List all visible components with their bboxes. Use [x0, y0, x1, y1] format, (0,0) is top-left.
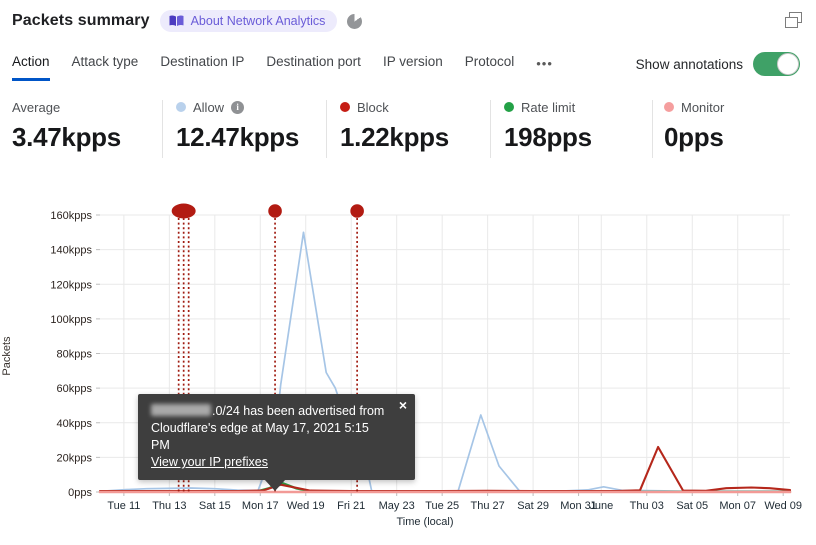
rate-limit-legend-dot [504, 102, 514, 112]
stat-block: Block 1.22kpps [340, 98, 449, 153]
tooltip-line1: .0/24 has been advertised from [151, 403, 389, 420]
packets-time-series-chart: 0pps 20kpps 40kpps 60kpps 80kpps 100kpps 120kp… [0, 190, 816, 545]
x-tick-label: Thu 03 [630, 500, 664, 512]
x-tick-label: Fri 21 [337, 500, 365, 512]
annotation-marker-group[interactable] [171, 203, 196, 219]
stat-allow-value: 12.47kpps [176, 122, 300, 152]
stat-average-label: Average [12, 99, 61, 115]
info-icon[interactable]: i [231, 100, 245, 114]
y-tick-label: 100kpps [50, 314, 92, 326]
stat-average-value: 3.47kpps [12, 122, 121, 152]
x-tick-label: June [589, 500, 613, 512]
more-tabs-icon[interactable]: ••• [536, 54, 553, 71]
block-legend-dot [340, 102, 350, 112]
stat-monitor-value: 0pps [664, 122, 724, 152]
show-annotations-toggle[interactable] [753, 52, 800, 76]
x-tick-label: May 23 [379, 500, 415, 512]
about-network-analytics-badge[interactable]: About Network Analytics [159, 10, 338, 32]
duplicate-panel-icon[interactable] [785, 12, 802, 28]
stat-allow: Allow i 12.47kpps [176, 98, 299, 153]
tooltip-caret [264, 479, 286, 491]
network-analytics-panel: { "header": { "title": "Packets summary"… [0, 0, 816, 545]
stat-monitor: Monitor 0pps [664, 98, 724, 153]
y-tick-label: 160kpps [50, 210, 92, 222]
stat-block-label: Block [357, 99, 389, 115]
x-tick-label: Tue 25 [425, 500, 459, 512]
stat-block-value: 1.22kpps [340, 122, 449, 152]
y-tick-label: 20kpps [57, 452, 93, 464]
stat-monitor-label: Monitor [681, 99, 725, 115]
book-icon [169, 14, 184, 27]
usage-pie-icon[interactable] [347, 13, 363, 29]
chart-canvas: 0pps 20kpps 40kpps 60kpps 80kpps 100kpps 120kp… [50, 203, 802, 512]
tab-destination-ip[interactable]: Destination IP [160, 54, 244, 78]
stat-divider [326, 100, 327, 158]
allow-legend-dot [176, 102, 186, 112]
x-tick-label: Wed 09 [764, 500, 802, 512]
page-title: Packets summary [12, 12, 150, 29]
x-tick-label: Sat 15 [199, 500, 231, 512]
y-axis-title: Packets [1, 336, 13, 376]
monitor-legend-dot [664, 102, 674, 112]
annotation-marker[interactable] [350, 204, 364, 218]
stat-rate-limit-value: 198pps [504, 122, 592, 152]
x-tick-label: Thu 27 [471, 500, 505, 512]
toggle-knob [777, 53, 799, 75]
y-tick-label: 140kpps [50, 245, 92, 257]
x-tick-label: Thu 13 [152, 500, 186, 512]
x-tick-label: Sat 29 [517, 500, 549, 512]
tab-destination-port[interactable]: Destination port [266, 54, 361, 78]
tooltip-line2: Cloudflare's edge at May 17, 2021 5:15 P… [151, 421, 369, 452]
annotation-marker[interactable] [268, 204, 282, 218]
stat-allow-label: Allow [193, 99, 225, 115]
badge-label: About Network Analytics [190, 13, 326, 28]
x-axis-title: Time (local) [396, 516, 454, 528]
stat-divider [490, 100, 491, 158]
x-tick-label: Tue 11 [107, 500, 140, 512]
stat-average: Average 3.47kpps [12, 98, 121, 153]
stat-divider [162, 100, 163, 158]
x-tick-label: Mon 17 [242, 500, 279, 512]
tab-protocol[interactable]: Protocol [465, 54, 515, 78]
y-tick-label: 120kpps [50, 279, 92, 291]
x-tick-label: Mon 07 [719, 500, 756, 512]
show-annotations-label: Show annotations [635, 56, 743, 72]
y-tick-label: 40kpps [57, 418, 93, 430]
y-tick-label: 80kpps [57, 349, 93, 361]
dimension-tabs: Action Attack type Destination IP Destin… [12, 54, 553, 81]
tab-ip-version[interactable]: IP version [383, 54, 443, 78]
header: Packets summary About Network Analytics [12, 10, 363, 32]
stat-rate-limit-label: Rate limit [521, 99, 576, 115]
stat-divider [652, 100, 653, 158]
close-icon[interactable]: × [399, 397, 407, 413]
view-ip-prefixes-link[interactable]: View your IP prefixes [151, 455, 268, 469]
tab-attack-type[interactable]: Attack type [72, 54, 139, 78]
y-tick-label: 60kpps [57, 383, 93, 395]
tab-action[interactable]: Action [12, 54, 50, 81]
y-tick-label: 0pps [68, 487, 92, 499]
stat-rate-limit: Rate limit 198pps [504, 98, 592, 153]
x-tick-label: Wed 19 [287, 500, 325, 512]
show-annotations-control: Show annotations [636, 52, 800, 76]
annotation-tooltip: × .0/24 has been advertised from Cloudfl… [138, 394, 415, 491]
redacted-ip-prefix [151, 404, 211, 416]
x-tick-label: Sat 05 [676, 500, 708, 512]
stats-row: Average 3.47kpps Allow i 12.47kpps Block… [0, 98, 816, 164]
